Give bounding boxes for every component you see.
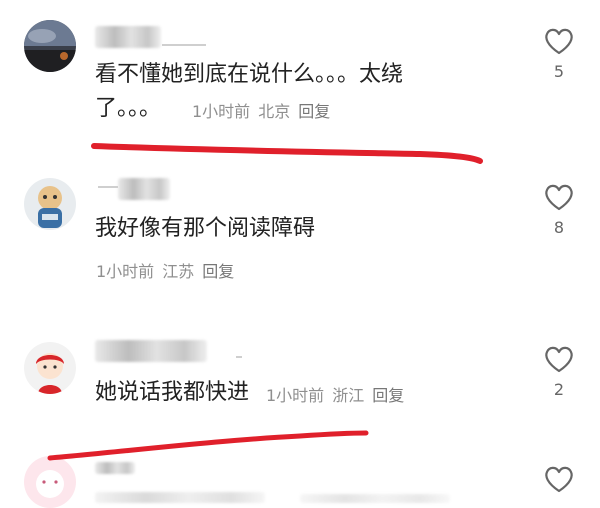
red-underline-1 [91, 143, 483, 164]
red-underline-2 [47, 430, 369, 461]
annotation-underlines [47, 143, 483, 461]
